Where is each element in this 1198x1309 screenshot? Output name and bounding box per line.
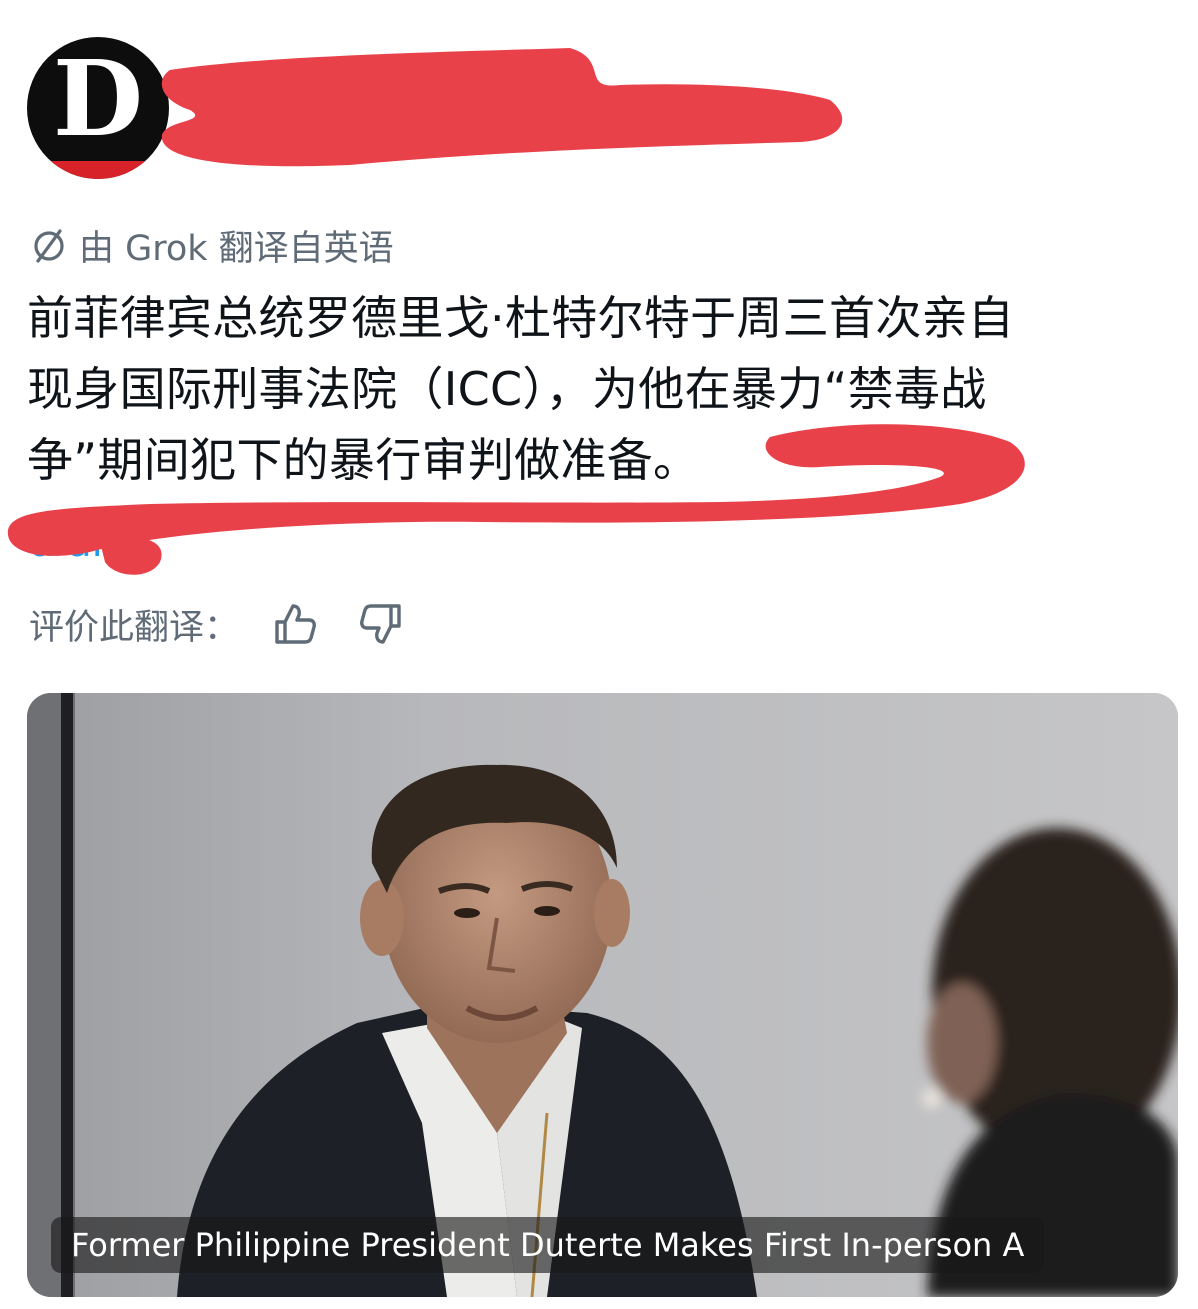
rate-translation-label: 评价此翻译：	[29, 607, 240, 648]
translated-by-grok-line[interactable]: 由 Grok 翻译自英语	[29, 219, 394, 271]
video-preview-card[interactable]: Former Philippine President Duterte Make…	[27, 693, 1178, 1297]
globe-slash-icon	[34, 229, 64, 263]
account-avatar[interactable]: D	[27, 37, 169, 179]
thumbs-down-icon[interactable]	[357, 600, 405, 648]
thumbs-up-icon[interactable]	[271, 600, 319, 648]
translated-by-label: 由 Grok 翻译自英语	[79, 228, 394, 269]
avatar-logo-letter: D	[52, 37, 144, 160]
redaction-mark-account-name	[161, 48, 843, 167]
post-line: 前菲律宾总统罗德里戈·杜特尔特于周三首次亲自	[27, 291, 1015, 345]
redaction-mark-post	[7, 424, 1025, 575]
video-caption: Former Philippine President Duterte Make…	[51, 1217, 1045, 1273]
avatar-red-band	[27, 161, 169, 179]
rate-translation-row: 评价此翻译：	[29, 596, 443, 652]
news-photo	[27, 693, 1178, 1297]
